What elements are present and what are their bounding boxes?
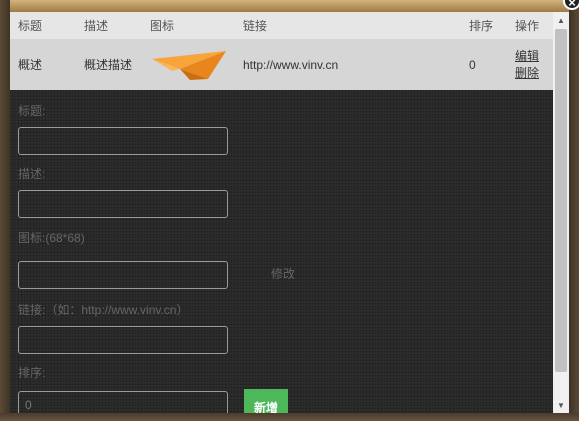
dialog-frame-top: [0, 0, 579, 12]
delete-link[interactable]: 删除: [515, 65, 539, 82]
modify-link[interactable]: 修改: [271, 265, 295, 282]
scrollbar-thumb[interactable]: [555, 29, 567, 372]
header-title: 标题: [18, 19, 43, 33]
row-operations: 编辑 删除: [515, 39, 539, 90]
icon-input[interactable]: [18, 261, 228, 289]
link-label: 链接:（如：http://www.vinv.cn）: [18, 303, 189, 317]
header-icon: 图标: [150, 19, 175, 33]
dialog-frame-bottom: [0, 413, 579, 421]
description-input[interactable]: [18, 190, 228, 218]
link-input[interactable]: [18, 326, 228, 354]
dialog-panel: 标题 描述 图标 链接 排序 操作 概述 概述描述 http://www.vin…: [10, 12, 553, 413]
title-label: 标题:: [18, 104, 46, 118]
header-order: 排序: [469, 19, 494, 33]
scroll-down-arrow-icon[interactable]: ▼: [553, 397, 569, 413]
icon-label: 图标:(68*68): [18, 231, 85, 245]
edit-link[interactable]: 编辑: [515, 48, 539, 65]
header-operations: 操作: [515, 19, 540, 33]
scroll-up-arrow-icon[interactable]: ▲: [553, 12, 569, 28]
vertical-scrollbar[interactable]: ▲ ▼: [553, 12, 569, 413]
add-button[interactable]: 新增: [244, 389, 288, 413]
row-description: 概述描述: [84, 58, 133, 72]
row-link: http://www.vinv.cn: [243, 57, 339, 72]
dialog-frame-right: [569, 0, 579, 421]
title-input[interactable]: [18, 127, 228, 155]
table-header: 标题 描述 图标 链接 排序 操作: [10, 12, 553, 39]
dialog-frame-left: [0, 0, 10, 421]
description-label: 描述:: [18, 167, 46, 181]
row-order: 0: [469, 57, 476, 72]
header-link: 链接: [243, 19, 268, 33]
table-row: 概述 概述描述 http://www.vinv.cn 0 编辑 删除: [10, 39, 553, 90]
row-title: 概述: [18, 58, 43, 72]
order-input[interactable]: [18, 391, 228, 413]
order-label: 排序:: [18, 366, 46, 380]
header-description: 描述: [84, 19, 109, 33]
paper-plane-icon: [150, 39, 228, 90]
